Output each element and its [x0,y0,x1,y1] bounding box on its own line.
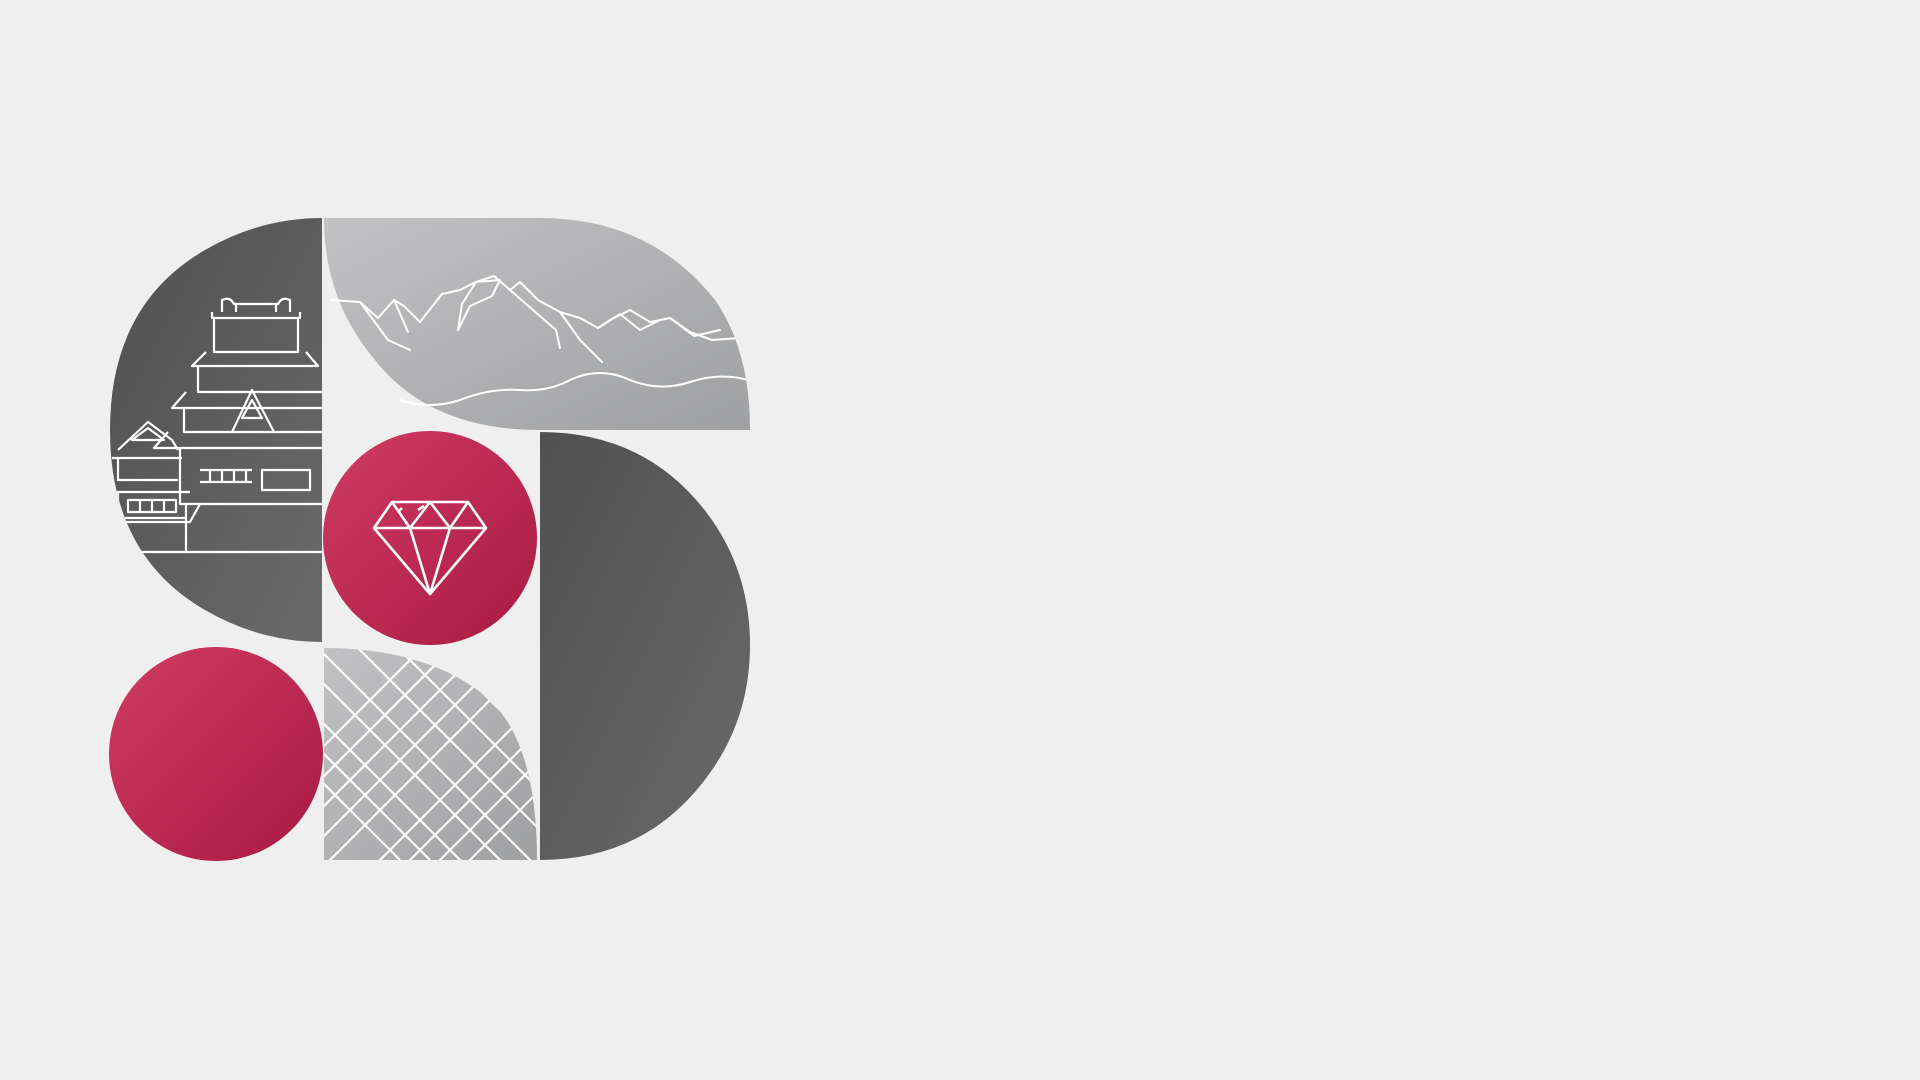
diamond-circle [323,431,537,645]
page-canvas [0,0,1920,1080]
right-half-disc [540,432,750,860]
bottom-left-circle [109,647,323,861]
diamond-panel [323,431,537,645]
castle-panel [110,218,322,642]
castle-panel-shape [110,218,322,642]
mountains-panel-shape [324,218,750,430]
ruby-s-logo [109,218,750,861]
mountains-panel [324,218,750,430]
